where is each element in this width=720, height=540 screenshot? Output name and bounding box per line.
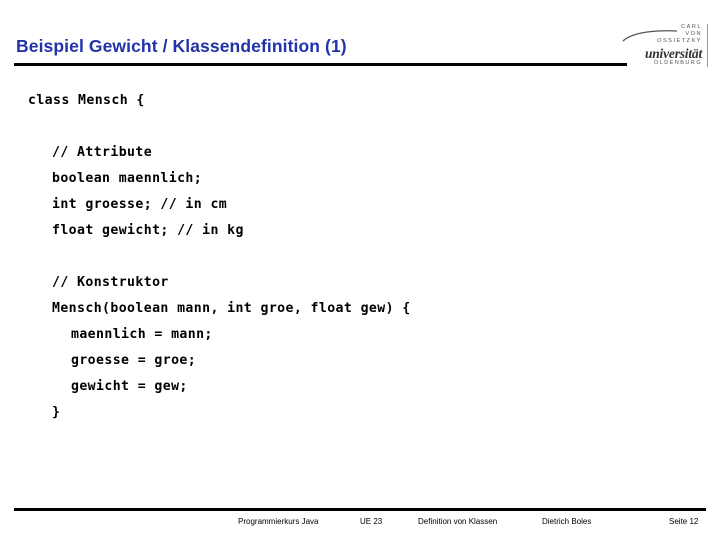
logo-line-von: VON <box>685 30 702 37</box>
university-logo: CARL VON OSSIETZKY universität OLDENBURG <box>622 22 708 67</box>
code-line: Mensch(boolean mann, int groe, float gew… <box>52 301 411 316</box>
title-divider <box>14 63 627 66</box>
code-block: class Mensch { // Attribute boolean maennl… <box>28 88 668 426</box>
code-line: class Mensch { <box>28 93 145 108</box>
logo-name-lines: CARL VON OSSIETZKY <box>657 24 702 45</box>
footer-topic: Definition von Klassen <box>418 517 498 526</box>
footer-page: Seite 12 <box>669 517 699 526</box>
code-line: maennlich = mann; <box>71 327 213 342</box>
code-line: boolean maennlich; <box>52 171 203 186</box>
slide: Beispiel Gewicht / Klassendefinition (1)… <box>0 0 720 540</box>
footer-unit: UE 23 <box>360 517 383 526</box>
logo-city: OLDENBURG <box>653 60 702 66</box>
code-line: groesse = groe; <box>71 353 197 368</box>
footer-course: Programmierkurs Java <box>238 517 319 526</box>
logo-line-ossietzky: OSSIETZKY <box>657 37 702 44</box>
code-line: // Konstruktor <box>52 275 169 290</box>
code-line: int groesse; // in cm <box>52 197 228 212</box>
code-line: gewicht = gew; <box>71 379 188 394</box>
code-line: // Attribute <box>52 145 153 160</box>
logo-line-carl: CARL <box>681 24 702 30</box>
footer-author: Dietrich Boles <box>542 517 592 526</box>
code-line: float gewicht; // in kg <box>52 223 244 238</box>
page-title: Beispiel Gewicht / Klassendefinition (1) <box>16 36 347 56</box>
code-line: } <box>52 405 61 420</box>
footer-divider <box>14 508 706 511</box>
footer: Programmierkurs Java UE 23 Definition vo… <box>14 517 706 531</box>
logo-vertical-rule <box>707 24 708 67</box>
